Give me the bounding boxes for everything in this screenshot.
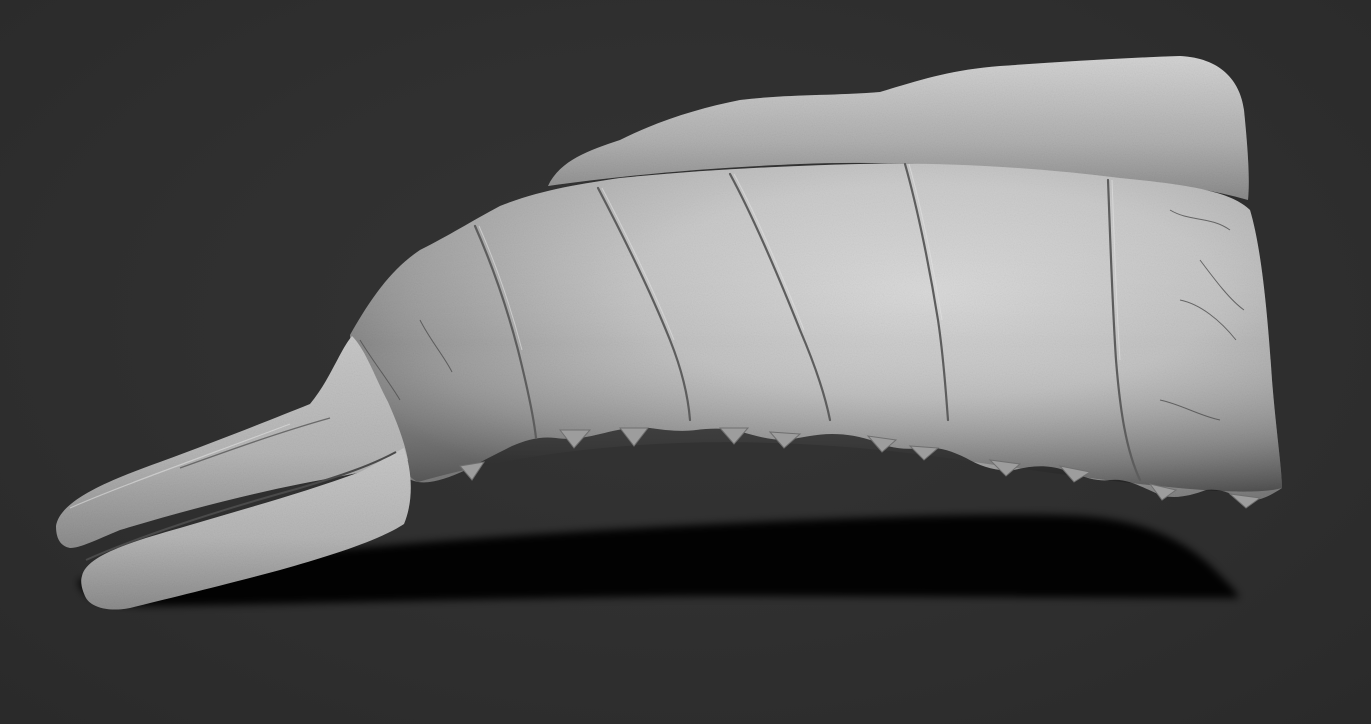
body-shading (350, 163, 1282, 492)
sculpt-render (56, 56, 1282, 610)
3d-viewport[interactable] (0, 0, 1371, 724)
